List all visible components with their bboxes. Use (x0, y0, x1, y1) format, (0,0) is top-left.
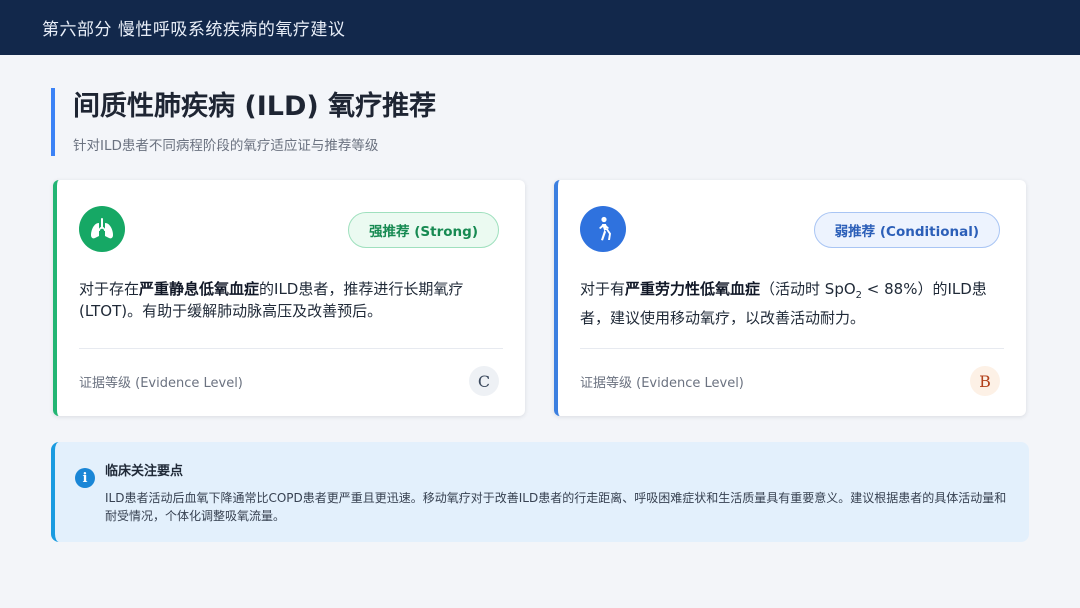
section-title: 第六部分 慢性呼吸系统疾病的氧疗建议 (42, 20, 346, 40)
page-title: 间质性肺疾病 (ILD) 氧疗推荐 (73, 91, 437, 122)
divider (580, 348, 1004, 349)
text-mid: （活动时 SpO (760, 280, 856, 298)
note-title: 临床关注要点 (105, 464, 184, 479)
card-description: 对于有严重劳力性低氧血症（活动时 SpO2 < 88%）的ILD患者，建议使用移… (580, 278, 1004, 329)
evidence-label: 证据等级 (Evidence Level) (79, 376, 243, 391)
evidence-grade: B (970, 366, 1000, 396)
walking-person-icon (580, 206, 626, 252)
conditional-recommendation-badge: 弱推荐 (Conditional) (813, 212, 1000, 248)
clinical-note-box: i 临床关注要点 ILD患者活动后血氧下降通常比COPD患者更严重且更迅速。移动… (51, 442, 1029, 542)
text-emphasis: 严重劳力性低氧血症 (625, 280, 761, 298)
info-icon: i (75, 468, 95, 488)
strong-recommendation-badge: 强推荐 (Strong) (348, 212, 499, 248)
card-description: 对于存在严重静息低氧血症的ILD患者，推荐进行长期氧疗 (LTOT)。有助于缓解… (79, 278, 503, 322)
top-banner: 第六部分 慢性呼吸系统疾病的氧疗建议 (0, 0, 1080, 55)
page-heading: 间质性肺疾病 (ILD) 氧疗推荐 针对ILD患者不同病程阶段的氧疗适应证与推荐… (51, 88, 436, 156)
text-prefix: 对于有 (580, 280, 626, 298)
recommendation-card-strong: 强推荐 (Strong) 对于存在严重静息低氧血症的ILD患者，推荐进行长期氧疗… (53, 180, 525, 416)
page-subtitle: 针对ILD患者不同病程阶段的氧疗适应证与推荐等级 (73, 138, 379, 154)
lungs-icon (79, 206, 125, 252)
divider (79, 348, 503, 349)
text-prefix: 对于存在 (79, 280, 140, 298)
recommendation-card-conditional: 弱推荐 (Conditional) 对于有严重劳力性低氧血症（活动时 SpO2 … (554, 180, 1026, 416)
evidence-label: 证据等级 (Evidence Level) (580, 376, 744, 391)
note-text: ILD患者活动后血氧下降通常比COPD患者更严重且更迅速。移动氧疗对于改善ILD… (105, 491, 1007, 523)
text-emphasis: 严重静息低氧血症 (139, 280, 260, 298)
evidence-grade: C (469, 366, 499, 396)
